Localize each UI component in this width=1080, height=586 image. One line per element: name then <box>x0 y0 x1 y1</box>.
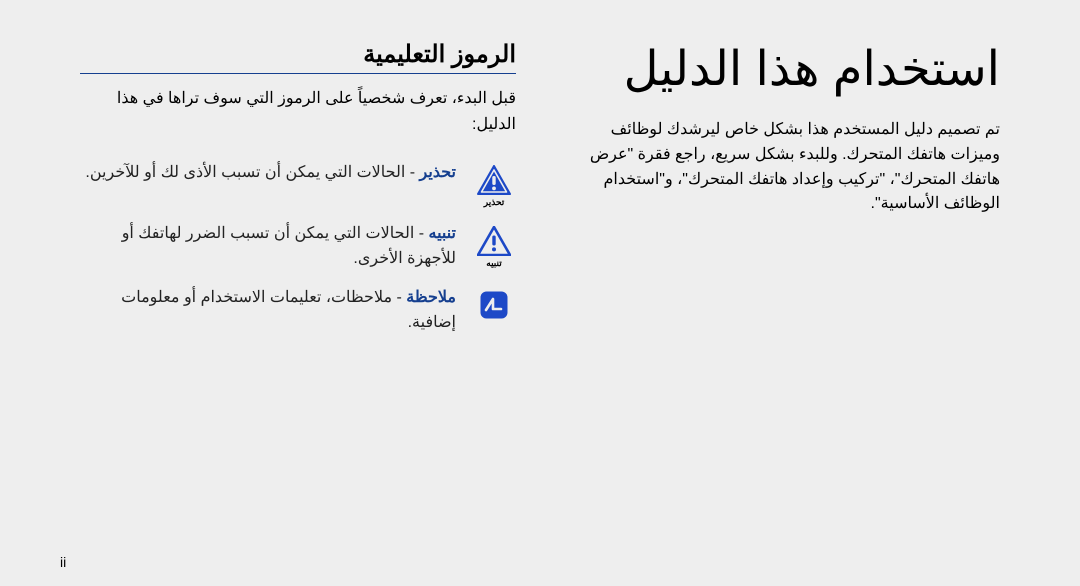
caution-triangle-icon <box>477 226 511 256</box>
symbol-icon-wrap <box>472 286 516 322</box>
section-heading: الرموز التعليمية <box>80 40 516 74</box>
column-right: استخدام هذا الدليل تم تصميم دليل المستخد… <box>540 0 1080 586</box>
note-square-icon <box>479 290 509 320</box>
page-title: استخدام هذا الدليل <box>564 40 1000 100</box>
page-number: ii <box>60 554 66 570</box>
symbol-text: ملاحظة - ملاحظات، تعليمات الاستخدام أو م… <box>80 286 456 336</box>
symbol-label: تنبيه <box>428 225 456 242</box>
column-left: الرموز التعليمية قبل البدء، تعرف شخصياً … <box>0 0 540 586</box>
symbol-desc: - الحالات التي يمكن أن تسبب الأذى لك أو … <box>85 164 419 181</box>
icon-caption: تحذير <box>484 197 505 208</box>
manual-page: استخدام هذا الدليل تم تصميم دليل المستخد… <box>0 0 1080 586</box>
warning-triangle-icon <box>477 165 511 195</box>
symbol-desc: - الحالات التي يمكن أن تسبب الضرر لهاتفك… <box>122 225 456 267</box>
icon-caption: تنبيه <box>486 258 501 269</box>
section-intro: قبل البدء، تعرف شخصياً على الرموز التي س… <box>80 86 516 137</box>
symbol-row-caution: تنبيه تنبيه - الحالات التي يمكن أن تسبب … <box>80 222 516 272</box>
symbol-icon-wrap: تحذير <box>472 161 516 208</box>
symbol-text: تنبيه - الحالات التي يمكن أن تسبب الضرر … <box>80 222 456 272</box>
intro-paragraph: تم تصميم دليل المستخدم هذا بشكل خاص ليرش… <box>564 118 1000 217</box>
symbol-icon-wrap: تنبيه <box>472 222 516 269</box>
symbol-label: ملاحظة <box>406 289 456 306</box>
symbol-row-note: ملاحظة - ملاحظات، تعليمات الاستخدام أو م… <box>80 286 516 336</box>
symbol-row-warning: تحذير تحذير - الحالات التي يمكن أن تسبب … <box>80 161 516 208</box>
symbol-text: تحذير - الحالات التي يمكن أن تسبب الأذى … <box>80 161 456 186</box>
symbol-label: تحذير <box>420 164 456 181</box>
